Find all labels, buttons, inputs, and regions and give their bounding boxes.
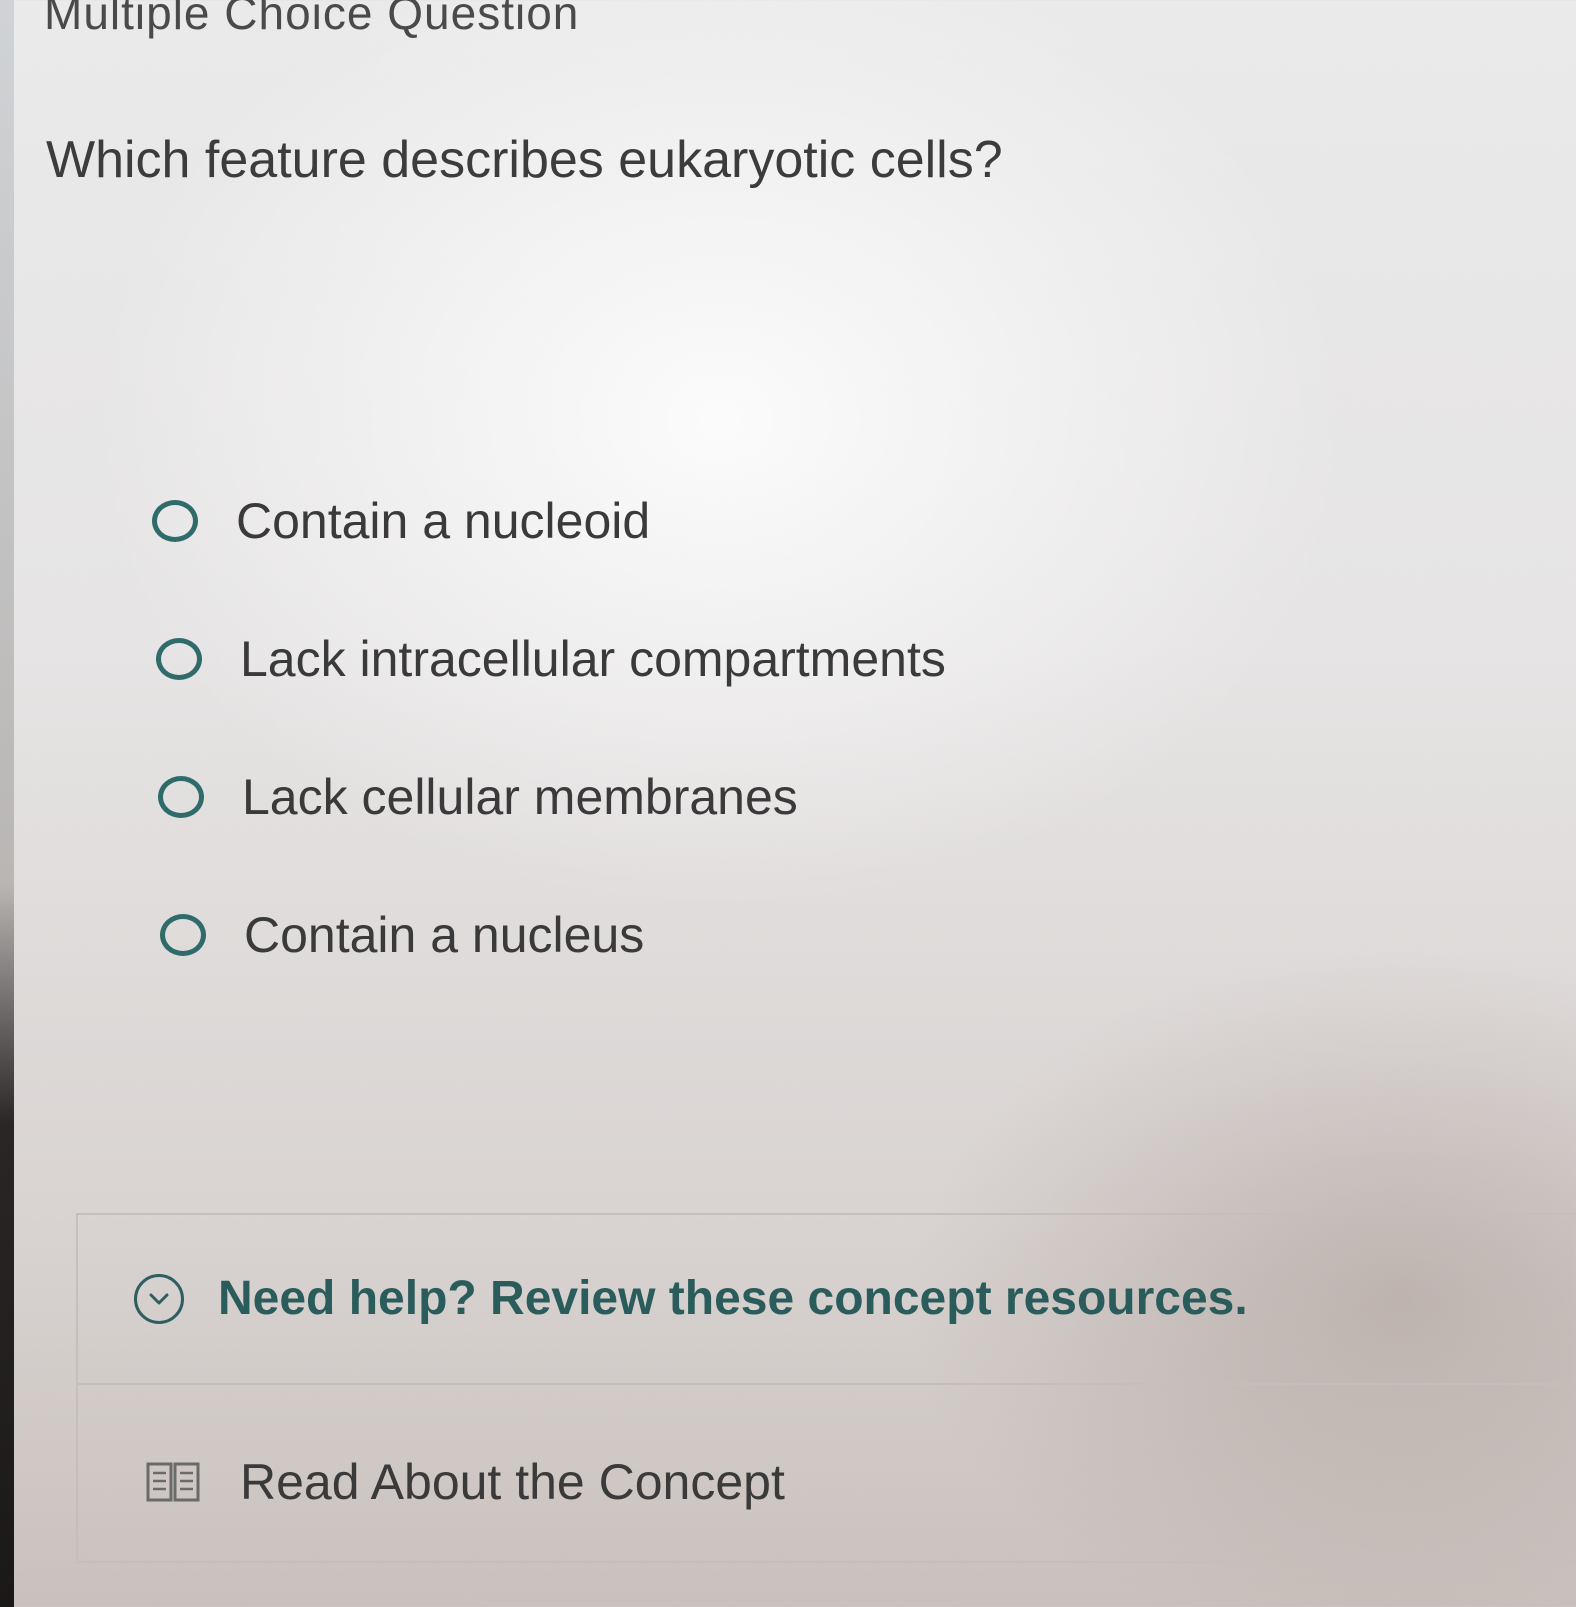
option-label: Lack intracellular compartments bbox=[240, 631, 946, 687]
divider bbox=[78, 1383, 1576, 1385]
radio-button[interactable] bbox=[158, 776, 204, 818]
option-contain-nucleus[interactable]: Contain a nucleus bbox=[160, 906, 644, 964]
screen-edge bbox=[0, 0, 14, 1607]
radio-button[interactable] bbox=[152, 500, 198, 542]
option-lack-cellular-membranes[interactable]: Lack cellular membranes bbox=[158, 768, 798, 826]
question-text: Which feature describes eukaryotic cells… bbox=[46, 131, 1003, 189]
page-title: Multiple Choice Question bbox=[44, 0, 580, 39]
concept-resources-label[interactable]: Need help? Review these concept resource… bbox=[218, 1271, 1248, 1326]
concept-resources-toggle[interactable]: Need help? Review these concept resource… bbox=[134, 1271, 1248, 1326]
option-lack-intracellular-compartments[interactable]: Lack intracellular compartments bbox=[156, 630, 946, 688]
radio-button[interactable] bbox=[160, 914, 206, 956]
book-icon bbox=[146, 1460, 200, 1504]
option-label: Lack cellular membranes bbox=[242, 769, 798, 825]
concept-resources-panel: Need help? Review these concept resource… bbox=[76, 1213, 1576, 1563]
option-label: Contain a nucleus bbox=[244, 907, 645, 963]
option-contain-nucleoid[interactable]: Contain a nucleoid bbox=[152, 492, 650, 550]
radio-button[interactable] bbox=[156, 638, 202, 680]
option-label: Contain a nucleoid bbox=[236, 493, 651, 549]
chevron-down-circle-icon[interactable] bbox=[134, 1273, 184, 1324]
read-about-concept-label[interactable]: Read About the Concept bbox=[240, 1453, 785, 1511]
read-about-concept-link[interactable]: Read About the Concept bbox=[146, 1453, 785, 1511]
